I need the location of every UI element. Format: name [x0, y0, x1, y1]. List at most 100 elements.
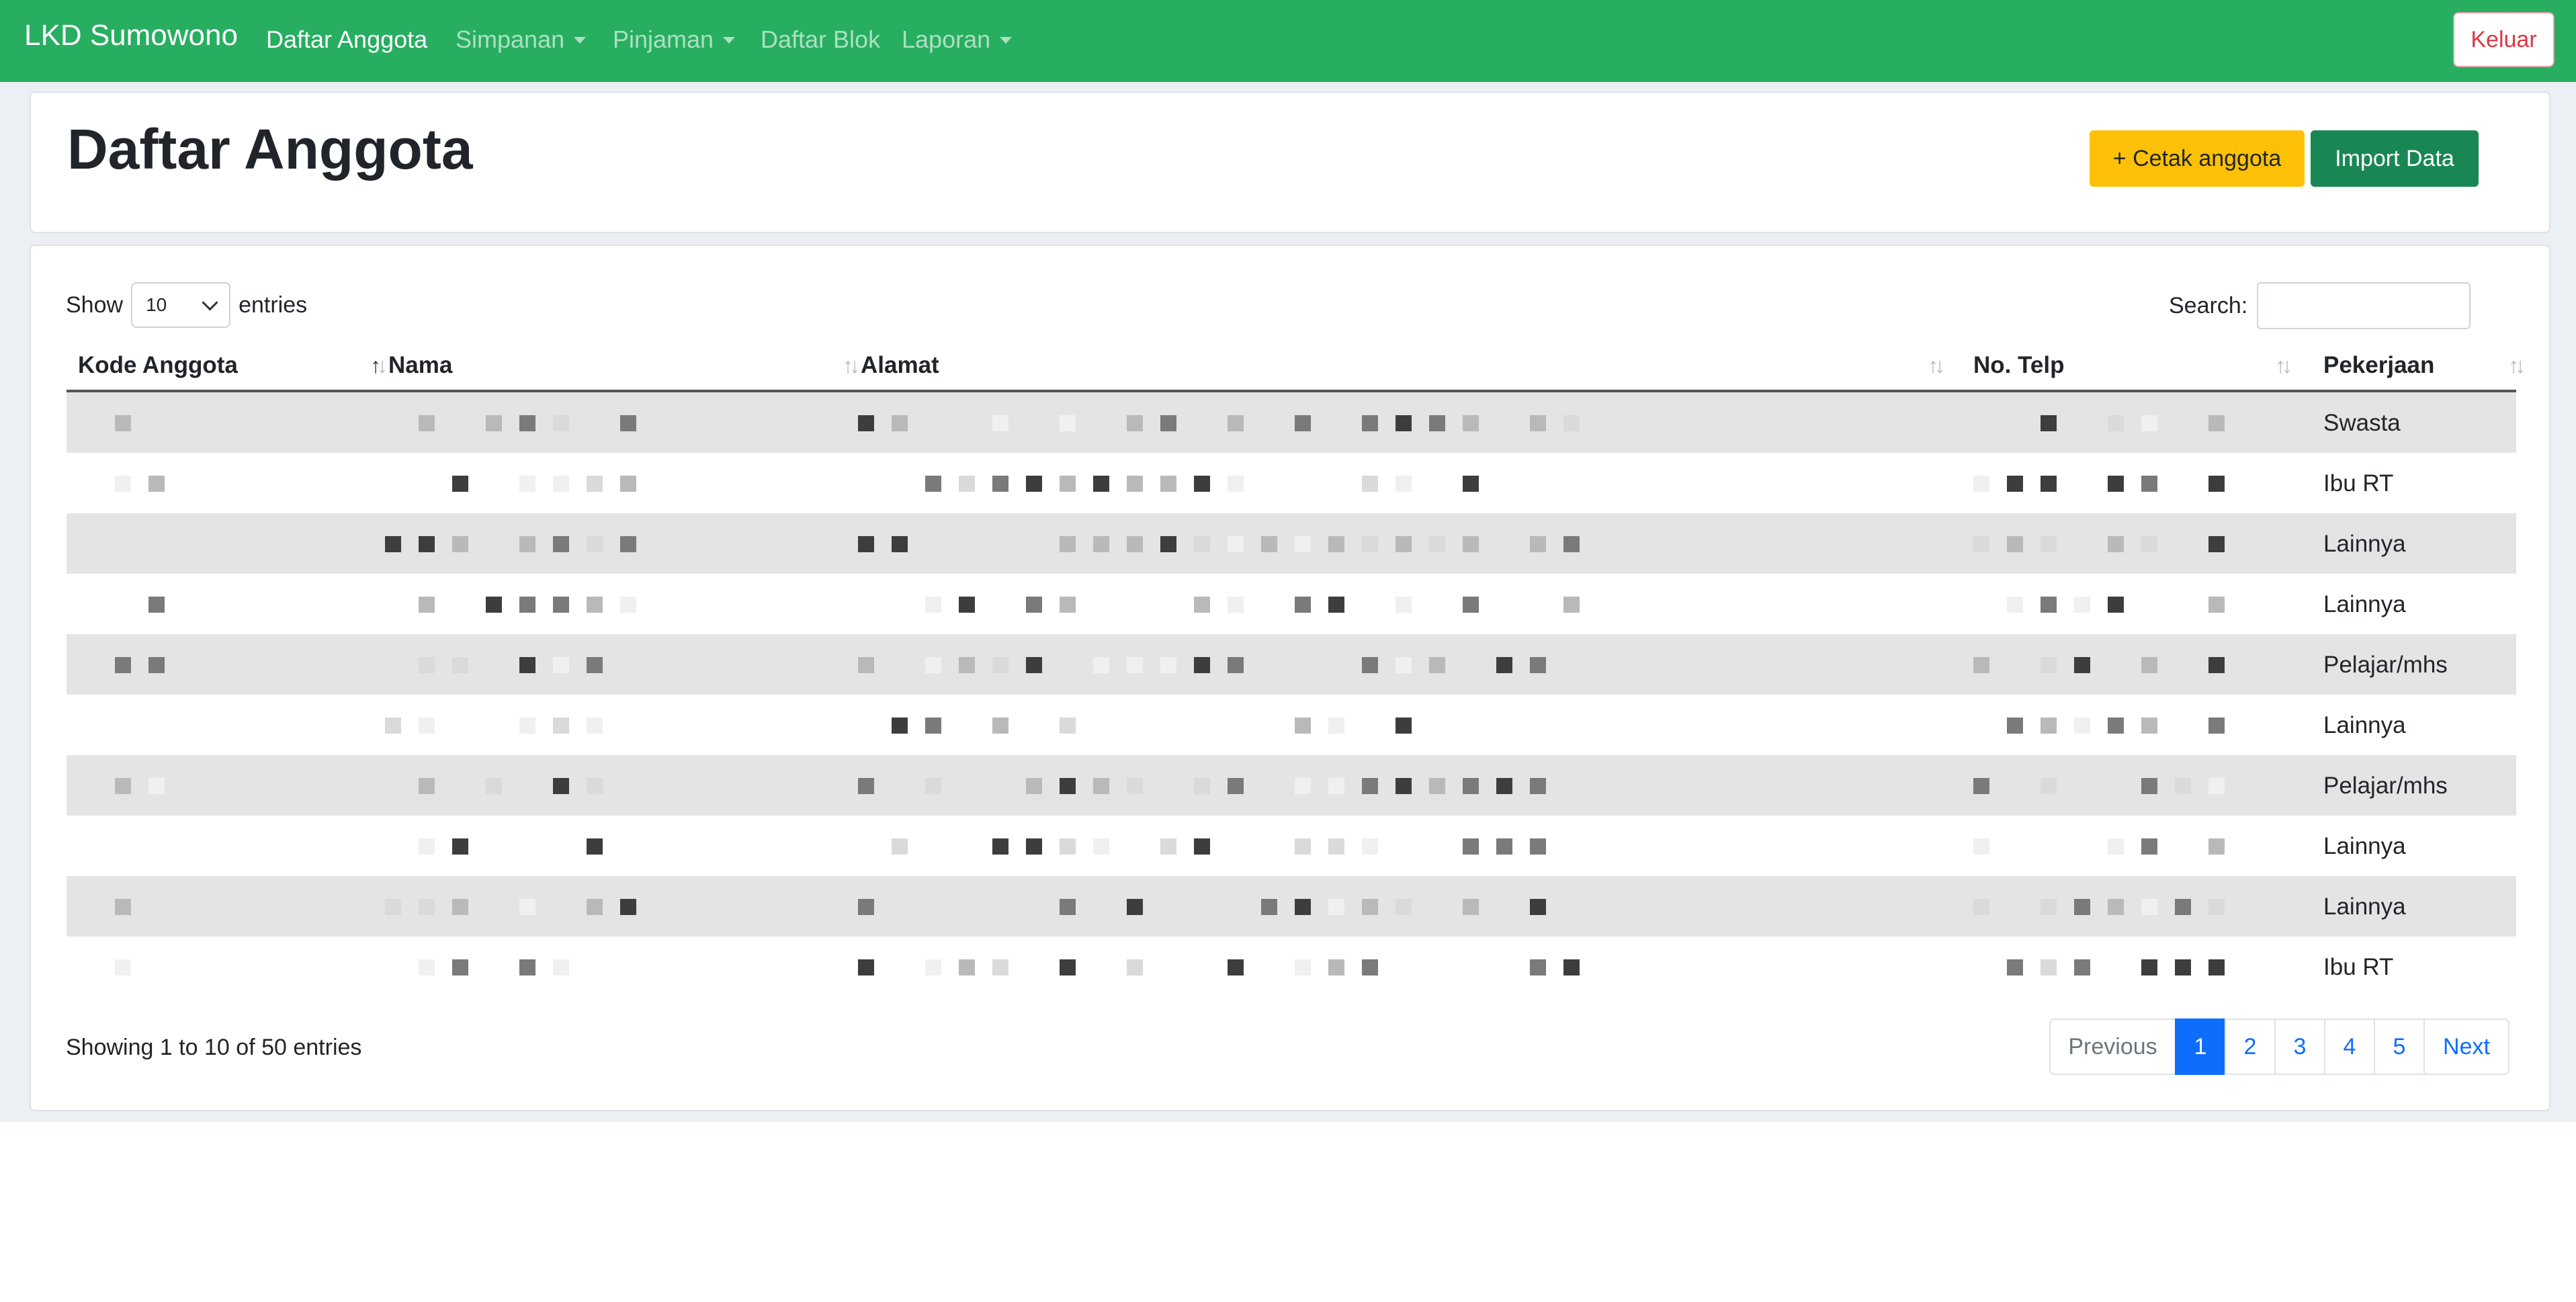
redacted-cell: [1973, 593, 2242, 617]
table-row[interactable]: Ibu RT: [67, 453, 2516, 513]
redacted-cell: [385, 653, 667, 677]
column-header-pekerjaan[interactable]: Pekerjaan: [2323, 352, 2434, 379]
chevron-down-icon: [202, 294, 218, 311]
redacted-cell: [1973, 653, 2242, 677]
redacted-cell: [858, 713, 1597, 738]
cell-pekerjaan: Pelajar/mhs: [2323, 652, 2448, 678]
table-row[interactable]: Lainnya: [67, 876, 2516, 937]
redacted-cell: [858, 593, 1597, 617]
redacted-cell: [385, 955, 667, 980]
redacted-cell: [858, 411, 1597, 435]
nav-daftar-anggota[interactable]: Daftar Anggota: [266, 26, 427, 54]
redacted-cell: [1973, 472, 2242, 496]
redacted-cell: [858, 532, 1597, 556]
redacted-cell: [385, 774, 667, 798]
redacted-cell: [1973, 713, 2242, 738]
cell-pekerjaan: Ibu RT: [2323, 470, 2394, 496]
redacted-cell: [385, 834, 667, 859]
sort-asc-icon[interactable]: ↑↓: [370, 353, 388, 378]
page-3-button[interactable]: 3: [2274, 1018, 2325, 1075]
pagination: Previous 1 2 3 4 5 Next: [2049, 1018, 2509, 1075]
redacted-cell: [115, 472, 202, 496]
entries-length-control: Show 10 entries: [66, 282, 307, 328]
nav-laporan[interactable]: Laporan: [902, 26, 1013, 54]
next-page-button[interactable]: Next: [2423, 1018, 2509, 1075]
redacted-cell: [385, 593, 667, 617]
table-row[interactable]: Lainnya: [67, 513, 2516, 574]
redacted-cell: [385, 713, 667, 738]
cell-pekerjaan: Lainnya: [2323, 894, 2406, 920]
table-info: Showing 1 to 10 of 50 entries: [66, 1035, 362, 1060]
redacted-cell: [858, 955, 1597, 980]
redacted-cell: [1973, 895, 2242, 919]
column-header-alamat[interactable]: Alamat: [861, 352, 939, 379]
redacted-cell: [385, 532, 667, 556]
sort-icon[interactable]: ↑↓: [2275, 353, 2292, 378]
redacted-cell: [858, 774, 1597, 798]
table-row[interactable]: Lainnya: [67, 816, 2516, 876]
redacted-cell: [858, 834, 1597, 859]
search-input[interactable]: [2257, 282, 2471, 329]
column-header-no-telp[interactable]: No. Telp: [1973, 352, 2064, 379]
table-row[interactable]: Pelajar/mhs: [67, 755, 2516, 816]
redacted-cell: [115, 713, 202, 738]
redacted-cell: [385, 411, 667, 435]
entries-label: entries: [239, 292, 308, 318]
redacted-cell: [115, 774, 202, 798]
show-label: Show: [66, 292, 124, 318]
search-label: Search:: [2169, 292, 2248, 318]
nav-pinjaman[interactable]: Pinjaman: [613, 26, 736, 54]
table-row[interactable]: Lainnya: [67, 574, 2516, 634]
sort-icon[interactable]: ↑↓: [843, 353, 860, 378]
redacted-cell: [858, 895, 1597, 919]
previous-page-button[interactable]: Previous: [2049, 1018, 2176, 1075]
caret-down-icon: [723, 37, 736, 44]
nav-daftar-blok[interactable]: Daftar Blok: [761, 26, 880, 54]
brand-link[interactable]: LKD Sumowono: [24, 19, 238, 52]
redacted-cell: [385, 472, 667, 496]
table-row[interactable]: Swasta: [67, 392, 2516, 453]
print-members-button[interactable]: + Cetak anggota: [2090, 130, 2305, 187]
members-table-card: Show 10 entries Search: Kode Anggota ↑↓ …: [30, 245, 2550, 1111]
table-header: Kode Anggota ↑↓ Nama ↑↓ Alamat ↑↓ No. Te…: [67, 339, 2526, 392]
redacted-cell: [115, 411, 202, 435]
redacted-cell: [115, 834, 202, 859]
sort-icon[interactable]: ↑↓: [2508, 353, 2526, 378]
members-table: Kode Anggota ↑↓ Nama ↑↓ Alamat ↑↓ No. Te…: [67, 339, 2526, 997]
cell-pekerjaan: Swasta: [2323, 410, 2401, 436]
cell-pekerjaan: Lainnya: [2323, 712, 2406, 738]
header-card: Daftar Anggota + Cetak anggota Import Da…: [30, 91, 2550, 233]
caret-down-icon: [1000, 37, 1013, 44]
entries-select-value: 10: [146, 294, 167, 315]
redacted-cell: [385, 895, 667, 919]
column-header-nama[interactable]: Nama: [388, 352, 452, 379]
page-1-button[interactable]: 1: [2175, 1018, 2226, 1075]
table-body: Swasta Ibu RT Lainnya Lainnya Pelajar/mhs Lai…: [67, 392, 2516, 997]
redacted-cell: [1973, 411, 2242, 435]
redacted-cell: [115, 955, 202, 980]
table-row[interactable]: Pelajar/mhs: [67, 634, 2516, 695]
search-control: Search:: [2169, 282, 2471, 329]
cell-pekerjaan: Pelajar/mhs: [2323, 773, 2448, 799]
column-header-kode-anggota[interactable]: Kode Anggota: [78, 352, 238, 379]
page-4-button[interactable]: 4: [2324, 1018, 2375, 1075]
redacted-cell: [115, 532, 202, 556]
nav-laporan-label: Laporan: [902, 26, 991, 53]
redacted-cell: [858, 653, 1597, 677]
redacted-cell: [115, 653, 202, 677]
entries-select[interactable]: 10: [131, 282, 231, 328]
caret-down-icon: [574, 37, 587, 44]
nav-simpanan[interactable]: Simpanan: [456, 26, 587, 54]
page-5-button[interactable]: 5: [2374, 1018, 2425, 1075]
table-row[interactable]: Ibu RT: [67, 937, 2516, 997]
import-data-button[interactable]: Import Data: [2311, 130, 2479, 187]
page-title: Daftar Anggota: [67, 118, 473, 181]
redacted-cell: [1973, 532, 2242, 556]
table-row[interactable]: Lainnya: [67, 695, 2516, 755]
page-2-button[interactable]: 2: [2225, 1018, 2276, 1075]
cell-pekerjaan: Lainnya: [2323, 833, 2406, 859]
logout-button[interactable]: Keluar: [2453, 12, 2554, 67]
sort-icon[interactable]: ↑↓: [1928, 353, 1945, 378]
redacted-cell: [1973, 955, 2242, 980]
cell-pekerjaan: Ibu RT: [2323, 954, 2394, 980]
